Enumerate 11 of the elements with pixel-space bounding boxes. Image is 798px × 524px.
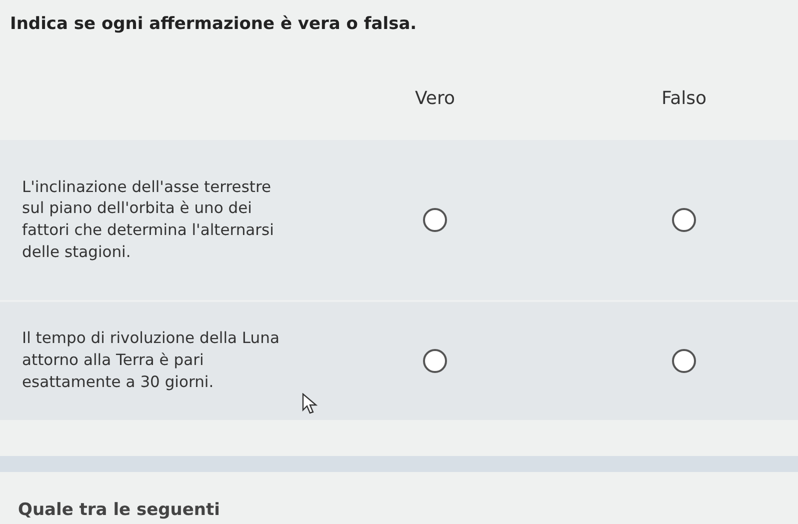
- mouse-pointer-icon: [302, 393, 318, 415]
- statement-text: L'inclinazione dell'asse terrestre sul piano dell'orbita è uno dei fattori che determina l'alternarsi delle stagioni.: [22, 176, 275, 263]
- radio-button[interactable]: [423, 208, 447, 232]
- column-header: Falso: [660, 86, 708, 110]
- question-text: Quale tra le seguenti: [18, 500, 220, 520]
- instruction-text: Indica se ogni affermazione è vera o falsa.: [9, 13, 418, 36]
- statement-text: Il tempo di rivoluzione della Luna attorno alla Terra è pari esattamente a 30 giorni.: [22, 328, 280, 393]
- radio-button[interactable]: [672, 349, 696, 373]
- radio-button[interactable]: [423, 349, 447, 373]
- radio-button[interactable]: [672, 208, 696, 232]
- column-header: Vero: [414, 86, 456, 110]
